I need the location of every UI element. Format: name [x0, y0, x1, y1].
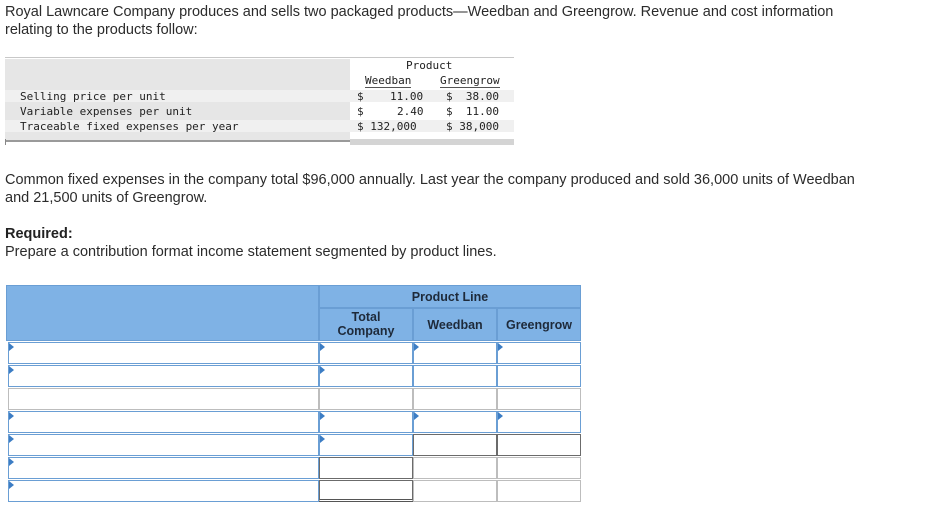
- column-header-weedban: Weedban: [365, 74, 412, 88]
- weedban-dollar: $: [357, 90, 364, 103]
- weedban-title: Weedban: [427, 318, 483, 332]
- greengrow-input[interactable]: [497, 365, 581, 387]
- dropdown-marker-icon: [9, 481, 14, 489]
- total-company-input[interactable]: [319, 411, 413, 433]
- intro-line-1: Royal Lawncare Company produces and sell…: [5, 4, 834, 20]
- dropdown-marker-icon: [320, 366, 325, 374]
- dropdown-marker-icon: [414, 412, 419, 420]
- greengrow-field[interactable]: [497, 388, 581, 410]
- total-company-field[interactable]: [319, 388, 413, 410]
- line-item-select[interactable]: [8, 342, 319, 364]
- weedban-field[interactable]: [413, 457, 497, 479]
- weedban-field[interactable]: [413, 388, 497, 410]
- greengrow-value: $ 11.00: [446, 105, 499, 118]
- weedban-dollar: $: [357, 105, 364, 118]
- required-text: Prepare a contribution format income sta…: [5, 244, 497, 260]
- row-label: Selling price per unit: [20, 90, 166, 103]
- line-item-select[interactable]: [8, 365, 319, 387]
- dropdown-marker-icon: [9, 435, 14, 443]
- income-statement-table: Product Line Total Company Weedban Green…: [6, 285, 581, 503]
- greengrow-field[interactable]: [497, 480, 581, 502]
- greengrow-input[interactable]: [497, 342, 581, 364]
- table-bottom-rule: [5, 140, 350, 142]
- dropdown-marker-icon: [320, 435, 325, 443]
- table-row: [6, 342, 581, 364]
- greengrow-input[interactable]: [497, 411, 581, 433]
- dropdown-marker-icon: [9, 366, 14, 374]
- weedban-field[interactable]: [413, 434, 497, 456]
- product-group-header: Product: [406, 59, 453, 72]
- dropdown-marker-icon: [9, 343, 14, 351]
- table-row: [6, 480, 581, 502]
- dropdown-marker-icon: [414, 343, 419, 351]
- weedban-value: $ 132,000: [357, 120, 417, 133]
- table-top-rule: [5, 57, 514, 58]
- table-row: [6, 434, 581, 456]
- weedban-field[interactable]: [413, 480, 497, 502]
- column-header-greengrow: Greengrow: [440, 74, 500, 88]
- intro-line-2: relating to the products follow:: [5, 22, 198, 38]
- greengrow-value: $ 38.00: [446, 90, 499, 103]
- weedban-input[interactable]: [413, 365, 497, 387]
- dropdown-marker-icon: [9, 458, 14, 466]
- table-row: [6, 388, 581, 410]
- product-line-title: Product Line: [411, 290, 489, 304]
- intro-text: Royal Lawncare Company produces and sell…: [5, 3, 833, 39]
- line-item-select[interactable]: [8, 411, 319, 433]
- dropdown-marker-icon: [9, 412, 14, 420]
- greengrow-field[interactable]: [497, 434, 581, 456]
- total-company-title: Total Company: [319, 310, 413, 338]
- line-item-select[interactable]: [8, 434, 319, 456]
- product-info-table: Product Weedban Greengrow Selling price …: [5, 57, 514, 147]
- table-bottom-bar: [350, 139, 514, 145]
- greengrow-value: $ 38,000: [446, 120, 499, 133]
- total-company-input[interactable]: [319, 365, 413, 387]
- table-row: [6, 411, 581, 433]
- total-company-line-2: Company: [337, 324, 395, 338]
- common-line-2: and 21,500 units of Greengrow.: [5, 190, 208, 206]
- line-item-select[interactable]: [8, 480, 319, 502]
- line-item-field[interactable]: [8, 388, 319, 410]
- weedban-value: 11.00: [390, 90, 424, 103]
- dropdown-marker-icon: [498, 412, 503, 420]
- table-row: [6, 457, 581, 479]
- dropdown-marker-icon: [320, 412, 325, 420]
- line-item-select[interactable]: [8, 457, 319, 479]
- header-label-column: [6, 285, 319, 341]
- total-company-field[interactable]: [319, 480, 413, 502]
- dropdown-marker-icon: [498, 343, 503, 351]
- weedban-input[interactable]: [413, 411, 497, 433]
- weedban-input[interactable]: [413, 342, 497, 364]
- row-label: Variable expenses per unit: [20, 105, 193, 118]
- total-company-input[interactable]: [319, 342, 413, 364]
- common-fixed-text: Common fixed expenses in the company tot…: [5, 171, 855, 207]
- dropdown-marker-icon: [320, 343, 325, 351]
- required-section: Required: Prepare a contribution format …: [5, 225, 497, 261]
- table-row: [6, 365, 581, 387]
- greengrow-field[interactable]: [497, 457, 581, 479]
- required-label: Required:: [5, 226, 73, 242]
- total-company-input[interactable]: [319, 434, 413, 456]
- greengrow-title: Greengrow: [506, 318, 572, 332]
- row-label: Traceable fixed expenses per year: [20, 120, 239, 133]
- total-company-line-1: Total: [351, 310, 381, 324]
- table-left-mark: [5, 139, 6, 145]
- total-company-field[interactable]: [319, 457, 413, 479]
- common-line-1: Common fixed expenses in the company tot…: [5, 172, 855, 188]
- weedban-value: 2.40: [397, 105, 424, 118]
